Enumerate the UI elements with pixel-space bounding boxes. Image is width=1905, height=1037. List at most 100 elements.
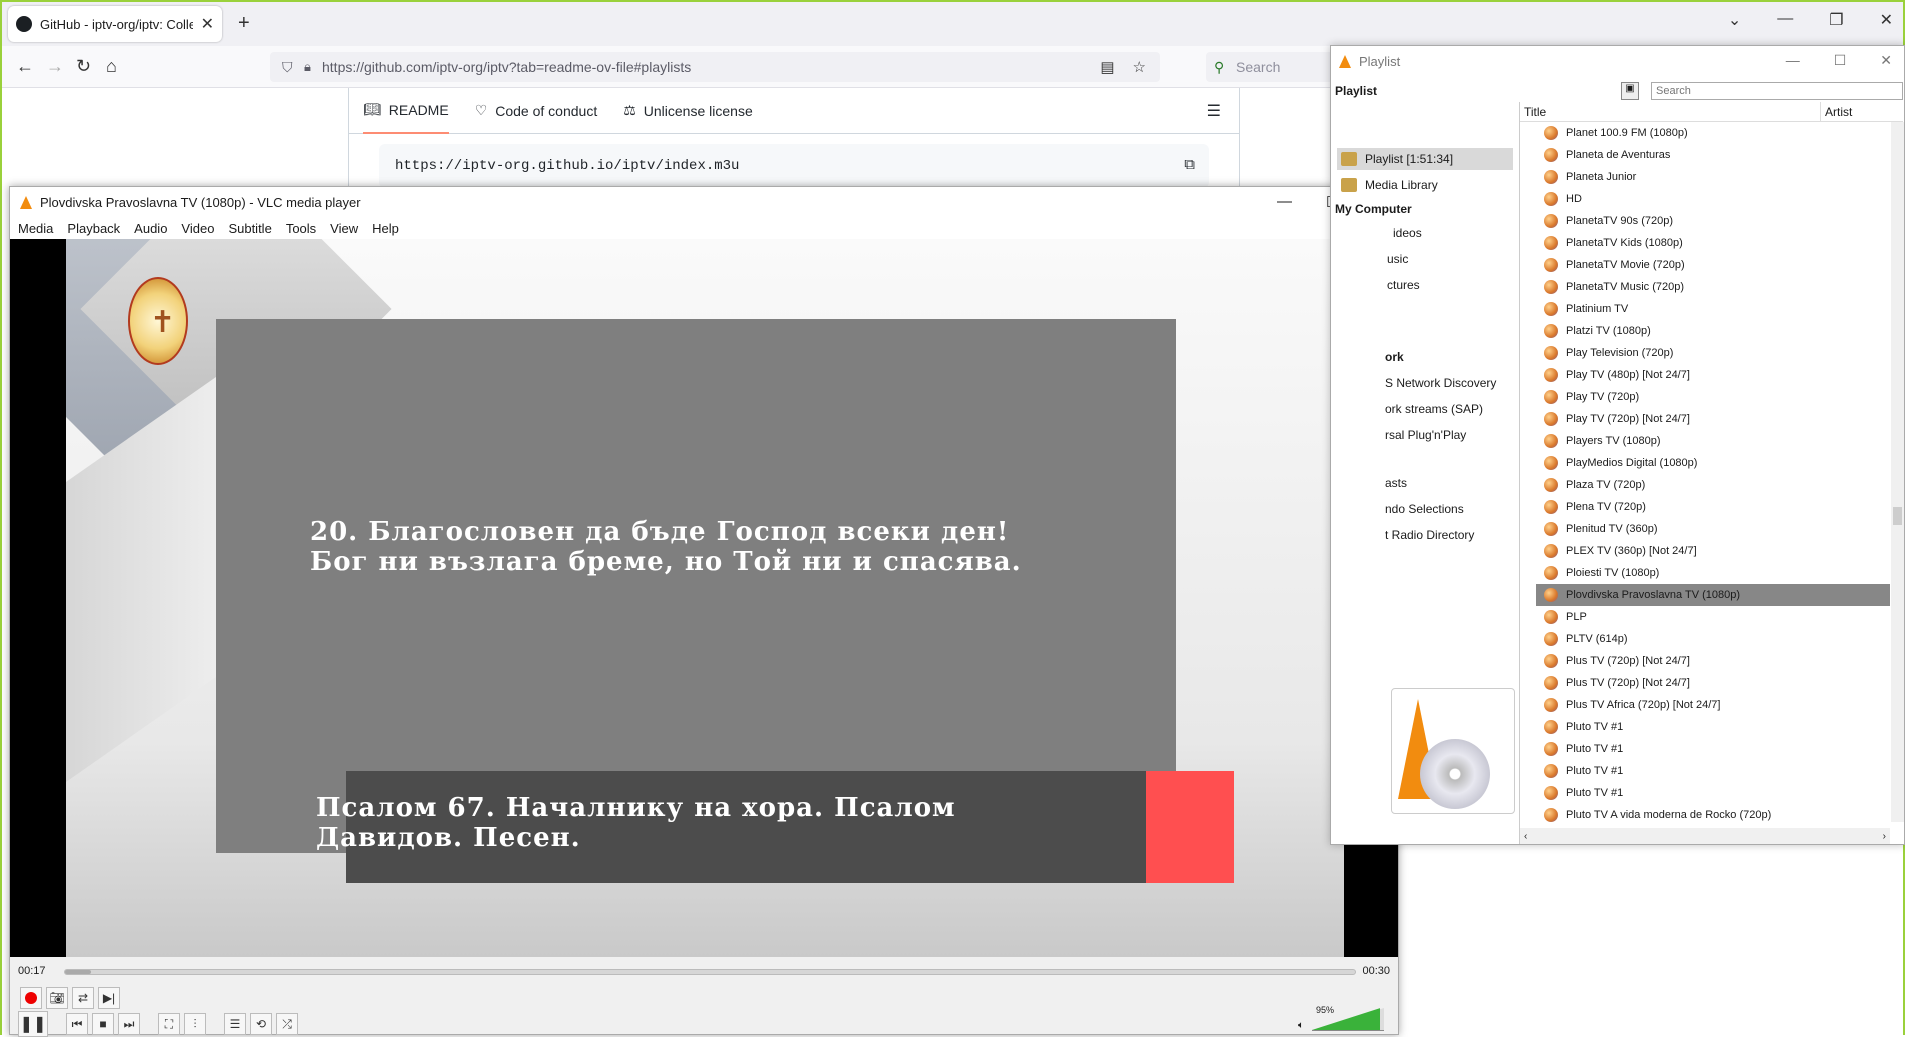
- previous-button[interactable]: ⏮: [66, 1013, 88, 1035]
- vertical-scrollbar[interactable]: [1891, 122, 1904, 822]
- loop-button[interactable]: ⟲: [250, 1013, 272, 1035]
- playlist-row[interactable]: PlanetaTV Kids (1080p): [1520, 232, 1890, 254]
- fullscreen-button[interactable]: ⛶: [158, 1013, 180, 1035]
- playlist-row[interactable]: PLP: [1520, 606, 1890, 628]
- next-button[interactable]: ⏭: [118, 1013, 140, 1035]
- sidebar-item-network-discovery[interactable]: S Network Discovery: [1385, 376, 1496, 390]
- search-input[interactable]: ⚲ Search: [1206, 52, 1336, 82]
- shield-icon[interactable]: ⛉: [282, 59, 293, 76]
- forward-icon[interactable]: →: [46, 56, 64, 77]
- playlist-row[interactable]: Plus TV Africa (720p) [Not 24/7]: [1520, 694, 1890, 716]
- playlist-row[interactable]: Play TV (480p) [Not 24/7]: [1520, 364, 1890, 386]
- scroll-left-icon[interactable]: ‹: [1524, 831, 1527, 842]
- sidebar-item-playlist[interactable]: Playlist [1:51:34]: [1337, 148, 1513, 170]
- menu-help[interactable]: Help: [372, 221, 399, 236]
- copy-icon[interactable]: ⧉: [1184, 156, 1195, 173]
- sidebar-item-podcasts[interactable]: asts: [1385, 476, 1407, 490]
- new-tab-button[interactable]: +: [238, 12, 250, 35]
- playlist-search-input[interactable]: Search: [1651, 82, 1903, 100]
- playlist-row[interactable]: Pluto TV #1: [1520, 782, 1890, 804]
- playlist-row[interactable]: PLTV (614p): [1520, 628, 1890, 650]
- playlist-row[interactable]: Plus TV (720p) [Not 24/7]: [1520, 650, 1890, 672]
- tab-code-of-conduct[interactable]: ♡ Code of conduct: [475, 88, 598, 134]
- playlist-row[interactable]: Plus TV (720p) [Not 24/7]: [1520, 672, 1890, 694]
- reader-view-icon[interactable]: ▤: [1100, 58, 1114, 76]
- playlist-row[interactable]: Plena TV (720p): [1520, 496, 1890, 518]
- menu-audio[interactable]: Audio: [134, 221, 167, 236]
- playlist-row[interactable]: Plenitud TV (360p): [1520, 518, 1890, 540]
- close-icon[interactable]: ✕: [1880, 10, 1893, 30]
- tab-list-icon[interactable]: ⌄: [1728, 10, 1741, 30]
- playlist-row[interactable]: Players TV (1080p): [1520, 430, 1890, 452]
- menu-video[interactable]: Video: [181, 221, 214, 236]
- menu-view[interactable]: View: [330, 221, 358, 236]
- menu-media[interactable]: Media: [18, 221, 53, 236]
- sidebar-item-pictures[interactable]: ctures: [1387, 278, 1420, 292]
- playlist-row[interactable]: Plaza TV (720p): [1520, 474, 1890, 496]
- playlist-row[interactable]: Play TV (720p) [Not 24/7]: [1520, 408, 1890, 430]
- video-area[interactable]: ✝ 20. Благословен да бъде Господ всеки д…: [10, 239, 1398, 957]
- sidebar-item-upnp[interactable]: rsal Plug'n'Play: [1385, 428, 1466, 442]
- playlist-row[interactable]: Ploiesti TV (1080p): [1520, 562, 1890, 584]
- home-icon[interactable]: ⌂: [106, 56, 117, 77]
- horizontal-scrollbar[interactable]: ‹ ›: [1520, 828, 1890, 844]
- playlist-button[interactable]: ☰: [224, 1013, 246, 1035]
- playlist-row[interactable]: Pluto TV #1: [1520, 738, 1890, 760]
- stop-button[interactable]: ■: [92, 1013, 114, 1035]
- scroll-thumb[interactable]: [1893, 507, 1902, 525]
- sidebar-item-sap[interactable]: ork streams (SAP): [1385, 402, 1483, 416]
- minimize-icon[interactable]: —: [1277, 193, 1292, 211]
- minimize-icon[interactable]: —: [1777, 10, 1793, 30]
- playlist-row[interactable]: Platzi TV (1080p): [1520, 320, 1890, 342]
- playlist-row[interactable]: Pluto TV A vida moderna de Rocko (720p): [1520, 804, 1890, 822]
- reload-icon[interactable]: ↻: [76, 56, 91, 77]
- scroll-right-icon[interactable]: ›: [1883, 831, 1886, 842]
- record-button[interactable]: [20, 987, 42, 1009]
- extended-settings-button[interactable]: ⫶: [184, 1013, 206, 1035]
- speaker-icon[interactable]: 🔈︎: [1298, 1020, 1304, 1031]
- playlist-row[interactable]: PlanetaTV 90s (720p): [1520, 210, 1890, 232]
- shuffle-button[interactable]: ⤮: [276, 1013, 298, 1035]
- outline-icon[interactable]: ☰: [1207, 101, 1221, 121]
- playlist-row[interactable]: PlayMedios Digital (1080p): [1520, 452, 1890, 474]
- tab-readme[interactable]: 📖︎ README: [363, 88, 449, 134]
- playlist-row[interactable]: PLEX TV (360p) [Not 24/7]: [1520, 540, 1890, 562]
- url-bar[interactable]: ⛉ 🔒︎ https://github.com/iptv-org/iptv?ta…: [270, 52, 1160, 82]
- sidebar-item-radio-directory[interactable]: t Radio Directory: [1385, 528, 1474, 542]
- playlist-row[interactable]: Play Television (720p): [1520, 342, 1890, 364]
- volume-slider[interactable]: 95%: [1312, 1005, 1384, 1031]
- menu-playback[interactable]: Playback: [67, 221, 120, 236]
- pause-button[interactable]: ❚❚: [18, 1011, 48, 1037]
- menu-subtitle[interactable]: Subtitle: [228, 221, 271, 236]
- lock-icon[interactable]: 🔒︎: [304, 59, 311, 75]
- browser-tab[interactable]: GitHub - iptv-org/iptv: Collecti ✕: [8, 6, 222, 42]
- playlist-row[interactable]: Play TV (720p): [1520, 386, 1890, 408]
- loop-ab-button[interactable]: ⇄: [72, 987, 94, 1009]
- playlist-row[interactable]: PlanetaTV Movie (720p): [1520, 254, 1890, 276]
- sidebar-item-music[interactable]: usic: [1387, 252, 1408, 266]
- tab-license[interactable]: ⚖ Unlicense license: [623, 88, 753, 134]
- view-mode-button[interactable]: ▣: [1621, 82, 1639, 100]
- minimize-icon[interactable]: —: [1786, 52, 1800, 69]
- playlist-row[interactable]: Platinium TV: [1520, 298, 1890, 320]
- column-artist[interactable]: Artist: [1820, 102, 1852, 122]
- menu-tools[interactable]: Tools: [286, 221, 316, 236]
- playlist-row[interactable]: Pluto TV #1: [1520, 760, 1890, 782]
- sidebar-item-videos[interactable]: ideos: [1393, 226, 1422, 240]
- playlist-row[interactable]: Planet 100.9 FM (1080p): [1520, 122, 1890, 144]
- maximize-icon[interactable]: ☐: [1834, 52, 1847, 69]
- back-icon[interactable]: ←: [16, 56, 34, 77]
- playlist-row[interactable]: Plovdivska Pravoslavna TV (1080p): [1536, 584, 1890, 606]
- close-icon[interactable]: ✕: [1880, 52, 1892, 69]
- column-title[interactable]: Title: [1524, 105, 1546, 119]
- playlist-row[interactable]: Pluto TV #1: [1520, 716, 1890, 738]
- sidebar-item-jamendo[interactable]: ndo Selections: [1385, 502, 1464, 516]
- restore-icon[interactable]: ❐: [1829, 10, 1843, 30]
- snapshot-button[interactable]: 📷︎: [46, 987, 68, 1009]
- playlist-row[interactable]: PlanetaTV Music (720p): [1520, 276, 1890, 298]
- sidebar-item-media-library[interactable]: Media Library: [1337, 174, 1513, 196]
- close-tab-icon[interactable]: ✕: [201, 14, 214, 34]
- playlist-row[interactable]: Planeta de Aventuras: [1520, 144, 1890, 166]
- frame-step-button[interactable]: ▶|: [98, 987, 120, 1009]
- playlist-row[interactable]: HD: [1520, 188, 1890, 210]
